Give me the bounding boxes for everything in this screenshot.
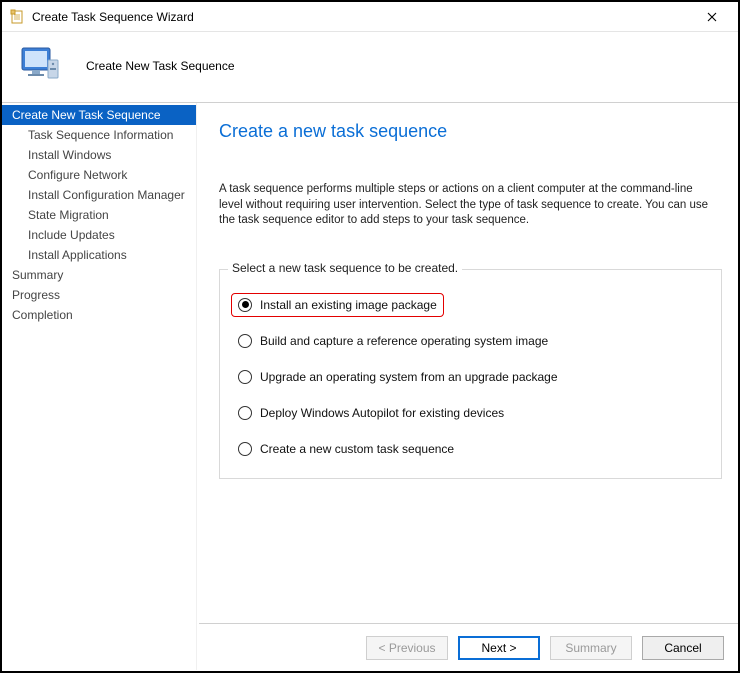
radio-label: Deploy Windows Autopilot for existing de… [260, 406, 504, 420]
next-button[interactable]: Next > [458, 636, 540, 660]
sidebar-item[interactable]: State Migration [2, 205, 196, 225]
sidebar-item[interactable]: Task Sequence Information [2, 125, 196, 145]
radio-option[interactable]: Install an existing image package [238, 298, 703, 312]
radio-label: Upgrade an operating system from an upgr… [260, 370, 558, 384]
sidebar-item[interactable]: Progress [2, 285, 196, 305]
window-title: Create Task Sequence Wizard [32, 10, 690, 24]
radio-option[interactable]: Upgrade an operating system from an upgr… [238, 370, 703, 384]
cancel-button[interactable]: Cancel [642, 636, 724, 660]
page-title: Create a new task sequence [219, 121, 722, 142]
previous-button: < Previous [366, 636, 448, 660]
sidebar-item[interactable]: Completion [2, 305, 196, 325]
radio-icon [238, 442, 252, 456]
sidebar-item[interactable]: Configure Network [2, 165, 196, 185]
radio-icon [238, 334, 252, 348]
wizard-icon [10, 9, 26, 25]
sidebar-item[interactable]: Install Applications [2, 245, 196, 265]
close-button[interactable] [690, 3, 734, 31]
sidebar-item[interactable]: Install Windows [2, 145, 196, 165]
radio-option[interactable]: Build and capture a reference operating … [238, 334, 703, 348]
header: Create New Task Sequence [2, 32, 738, 103]
fieldset-legend: Select a new task sequence to be created… [228, 261, 462, 275]
page-description: A task sequence performs multiple steps … [219, 182, 722, 229]
footer: < Previous Next > Summary Cancel [199, 623, 738, 671]
radio-label: Install an existing image package [260, 298, 437, 312]
radio-option[interactable]: Create a new custom task sequence [238, 442, 703, 456]
radio-icon [238, 406, 252, 420]
radio-label: Build and capture a reference operating … [260, 334, 548, 348]
radio-option[interactable]: Deploy Windows Autopilot for existing de… [238, 406, 703, 420]
sidebar-item[interactable]: Create New Task Sequence [2, 105, 196, 125]
content: Create a new task sequence A task sequen… [197, 103, 738, 670]
sidebar-item[interactable]: Include Updates [2, 225, 196, 245]
computer-icon [18, 42, 66, 90]
task-sequence-fieldset: Select a new task sequence to be created… [219, 269, 722, 479]
radio-icon [238, 298, 252, 312]
titlebar: Create Task Sequence Wizard [2, 2, 738, 32]
sidebar: Create New Task SequenceTask Sequence In… [2, 103, 197, 670]
radio-label: Create a new custom task sequence [260, 442, 454, 456]
radio-group: Install an existing image package Build a… [238, 298, 703, 456]
header-title: Create New Task Sequence [86, 59, 235, 73]
radio-icon [238, 370, 252, 384]
sidebar-item[interactable]: Summary [2, 265, 196, 285]
sidebar-item[interactable]: Install Configuration Manager [2, 185, 196, 205]
main: Create New Task SequenceTask Sequence In… [2, 103, 738, 670]
summary-button: Summary [550, 636, 632, 660]
